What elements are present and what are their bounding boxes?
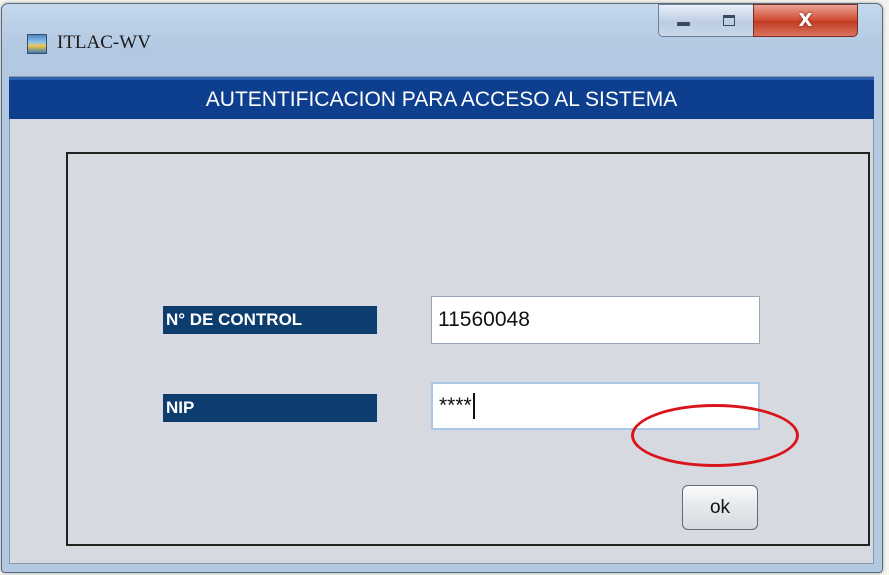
nip-value: **** xyxy=(439,394,472,417)
maximize-button[interactable] xyxy=(706,4,754,37)
nip-label: NIP xyxy=(163,394,377,422)
minimize-icon xyxy=(677,22,690,26)
close-icon: X xyxy=(798,10,813,31)
maximize-icon xyxy=(723,15,735,26)
auth-banner: AUTENTIFICACION PARA ACCESO AL SISTEMA xyxy=(9,77,874,119)
control-number-label: N° DE CONTROL xyxy=(163,306,377,334)
control-number-value: 11560048 xyxy=(438,308,530,331)
app-icon xyxy=(27,34,47,54)
ok-button[interactable]: ok xyxy=(682,485,758,530)
text-caret xyxy=(472,393,475,420)
login-panel: N° DE CONTROL 11560048 NIP **** ok xyxy=(66,152,870,546)
minimize-button[interactable] xyxy=(658,4,707,37)
highlight-circle-annotation xyxy=(631,404,799,467)
close-button[interactable]: X xyxy=(753,4,858,37)
control-number-input[interactable]: 11560048 xyxy=(431,296,760,344)
client-area: AUTENTIFICACION PARA ACCESO AL SISTEMA N… xyxy=(9,76,874,564)
window-title: ITLAC-WV xyxy=(57,32,151,53)
